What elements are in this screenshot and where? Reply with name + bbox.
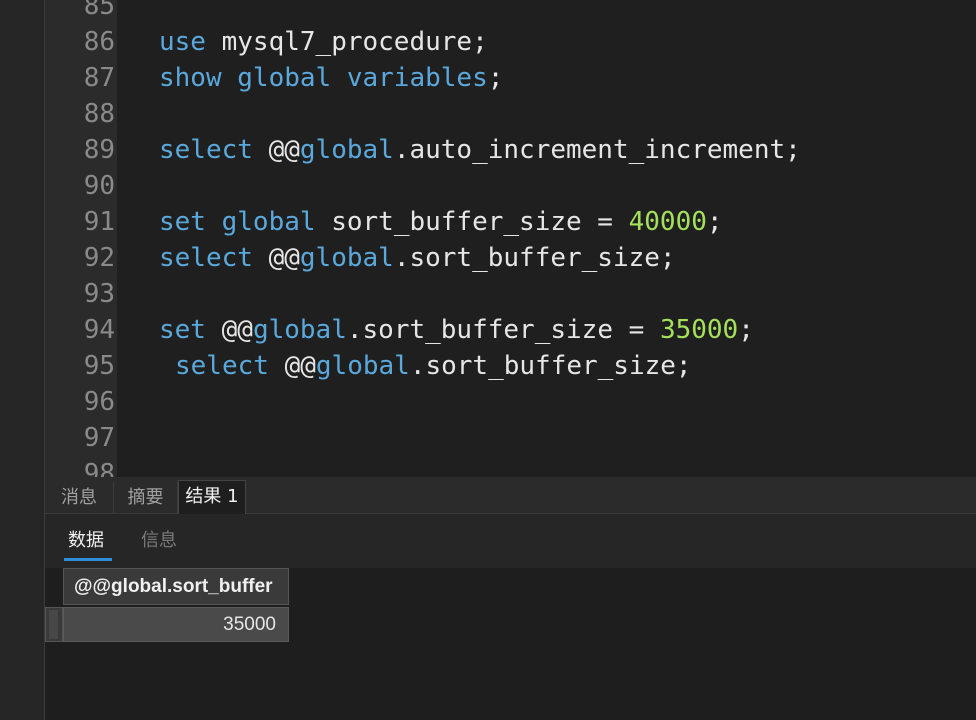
code-token: @@ [205, 315, 253, 345]
code-line[interactable]: 97 [45, 420, 976, 456]
code-line[interactable]: 96 [45, 384, 976, 420]
code-token: .sort_buffer_size; [409, 351, 692, 381]
sql-keyword: select [175, 351, 269, 381]
line-number: 89 [83, 135, 115, 165]
line-number: 86 [83, 27, 115, 57]
sql-keyword: global [299, 135, 394, 165]
grid-cell[interactable]: 35000 [63, 607, 289, 642]
code-token: ; [706, 207, 723, 237]
code-line[interactable]: 95 select @@global.sort_buffer_size; [45, 348, 976, 384]
subtab-info[interactable]: 信息 [141, 526, 177, 556]
code-text[interactable]: set @@global.sort_buffer_size = 35000; [159, 312, 754, 348]
tab-summary[interactable]: 摘要 [114, 482, 178, 513]
code-token: .auto_increment_increment; [393, 135, 801, 165]
line-number: 90 [83, 171, 115, 201]
code-line[interactable]: 90 [45, 168, 976, 204]
row-selector[interactable] [45, 607, 63, 642]
code-line[interactable]: 94 set @@global.sort_buffer_size = 35000; [45, 312, 976, 348]
sql-keyword: global [299, 243, 394, 273]
results-panel: 消息 摘要 结果 1 数据 信息 @@global.sort_buffer 35… [45, 477, 976, 720]
code-text[interactable]: select @@global.auto_increment_increment… [159, 132, 801, 168]
subtab-active-indicator [64, 558, 112, 561]
sql-keyword: use [159, 27, 206, 57]
line-number: 96 [83, 387, 115, 417]
line-number: 91 [83, 207, 115, 237]
code-text[interactable]: select @@global.sort_buffer_size; [159, 240, 676, 276]
sql-editor[interactable]: 85 86 use mysql7_procedure; 87 show global v… [45, 0, 976, 477]
line-number: 98 [83, 459, 115, 477]
app-window: 85 86 use mysql7_procedure; 87 show global v… [0, 0, 976, 720]
subtab-data[interactable]: 数据 [68, 526, 104, 556]
code-token: ; [487, 63, 504, 93]
sql-keyword: set global [159, 207, 316, 237]
sql-keyword: set [159, 315, 206, 345]
code-text[interactable]: select @@global.sort_buffer_size; [175, 348, 692, 384]
number-literal: 40000 [628, 207, 707, 237]
sql-keyword: show global variables [159, 63, 488, 93]
result-subtabs: 数据 信息 [45, 514, 976, 568]
tab-result-1[interactable]: 结果 1 [178, 480, 246, 514]
line-number: 88 [83, 99, 115, 129]
grid-corner [45, 568, 63, 606]
code-token: mysql7_procedure; [205, 27, 488, 57]
code-text[interactable]: use mysql7_procedure; [159, 24, 488, 60]
code-token: .sort_buffer_size; [393, 243, 676, 273]
line-number: 87 [83, 63, 115, 93]
line-number: 92 [83, 243, 115, 273]
column-header[interactable]: @@global.sort_buffer [63, 568, 289, 605]
code-line[interactable]: 85 [45, 0, 976, 24]
code-text[interactable]: set global sort_buffer_size = 40000; [159, 204, 723, 240]
code-token: @@ [252, 135, 300, 165]
code-token: ; [738, 315, 754, 345]
code-token: sort_buffer_size = [315, 207, 629, 237]
code-token: .sort_buffer_size = [346, 315, 660, 345]
sql-keyword: global [315, 351, 410, 381]
code-text[interactable]: show global variables; [159, 60, 503, 96]
result-grid[interactable]: @@global.sort_buffer 35000 [45, 568, 976, 720]
results-tabbar: 消息 摘要 结果 1 [45, 477, 976, 514]
sql-keyword: select [159, 135, 253, 165]
line-number: 93 [83, 279, 115, 309]
code-line[interactable]: 93 [45, 276, 976, 312]
number-literal: 35000 [659, 315, 739, 345]
code-line[interactable]: 92 select @@global.sort_buffer_size; [45, 240, 976, 276]
code-token: @@ [252, 243, 300, 273]
code-line[interactable]: 88 [45, 96, 976, 132]
line-number: 85 [83, 0, 115, 21]
line-number: 95 [83, 351, 115, 381]
tab-messages[interactable]: 消息 [45, 482, 114, 513]
code-line[interactable]: 91 set global sort_buffer_size = 40000; [45, 204, 976, 240]
line-number: 94 [83, 315, 115, 345]
code-line[interactable]: 89 select @@global.auto_increment_increme… [45, 132, 976, 168]
sql-keyword: global [252, 315, 347, 345]
line-number: 97 [83, 423, 115, 453]
sql-keyword: select [159, 243, 253, 273]
code-line[interactable]: 98 [45, 456, 976, 477]
code-line[interactable]: 87 show global variables; [45, 60, 976, 96]
code-line[interactable]: 86 use mysql7_procedure; [45, 24, 976, 60]
left-panel-strip [0, 0, 44, 720]
code-token: @@ [268, 351, 316, 381]
